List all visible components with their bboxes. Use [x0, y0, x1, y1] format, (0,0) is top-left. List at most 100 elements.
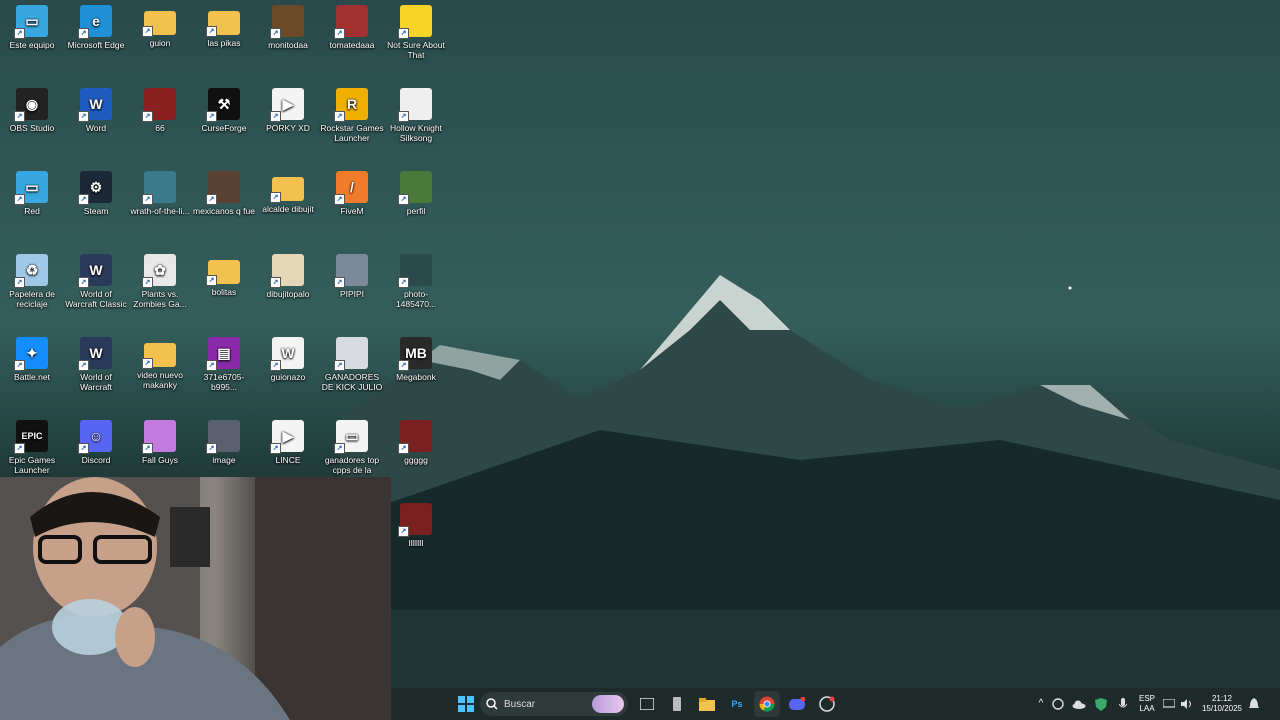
- desktop-icon[interactable]: ▤ ↗ 371e6705-b995...: [192, 337, 256, 392]
- desktop-icon[interactable]: ↗ guion: [128, 5, 192, 48]
- desktop-icon[interactable]: ↗ photo-1485470...: [384, 254, 448, 309]
- shortcut-arrow-icon: ↗: [142, 277, 153, 288]
- volume-icon[interactable]: [1178, 699, 1196, 709]
- desktop-icon-label: LINCE: [275, 455, 301, 465]
- clock[interactable]: 21:12 15/10/2025: [1198, 694, 1246, 714]
- desktop-icon[interactable]: ↗ Hollow Knight Silksong: [384, 88, 448, 143]
- desktop-icon[interactable]: ▭ ↗ Este equipo: [0, 5, 64, 50]
- desktop-icon[interactable]: ↗ bolitas: [192, 254, 256, 297]
- desktop-icon[interactable]: ↗ wrath-of-the-li...: [128, 171, 192, 216]
- desktop-icon[interactable]: W ↗ Word: [64, 88, 128, 133]
- desktop-icon[interactable]: ↗ video nuevo makanky: [128, 337, 192, 390]
- taskbar-app-file-explorer[interactable]: [694, 691, 720, 717]
- desktop-icon[interactable]: ▶ ↗ PORKY XD: [256, 88, 320, 133]
- desktop-icon[interactable]: ↗ alcalde dibujit: [256, 171, 320, 214]
- desktop-icon[interactable]: R ↗ Rockstar Games Launcher: [320, 88, 384, 143]
- image-thumbnail-icon: ↗: [398, 420, 432, 454]
- desktop-icon-label: 66: [155, 123, 165, 133]
- desktop-icon[interactable]: ↗ las pikas: [192, 5, 256, 48]
- shortcut-arrow-icon: ↗: [206, 111, 217, 122]
- taskbar-app-chrome[interactable]: [754, 691, 780, 717]
- desktop-icon-label: image: [212, 455, 236, 465]
- chevron-up-icon[interactable]: ^: [1034, 699, 1048, 709]
- onedrive-icon[interactable]: [1068, 700, 1090, 709]
- desktop-icon[interactable]: ↗ ggggg: [384, 420, 448, 465]
- epic-games-icon: EPIC ↗: [14, 420, 48, 454]
- image-thumbnail-icon: ↗: [334, 254, 368, 288]
- shortcut-arrow-icon: ↗: [398, 360, 409, 371]
- desktop-icon[interactable]: ♻ ↗ Papelera de reciclaje: [0, 254, 64, 309]
- desktop-icon[interactable]: W ↗ World of Warcraft: [64, 337, 128, 392]
- desktop-icon[interactable]: ▭↗ganadores top cpps de la sem...: [320, 420, 384, 485]
- desktop-icon[interactable]: ↗ image: [192, 420, 256, 465]
- taskbar-search[interactable]: Buscar: [480, 692, 628, 716]
- desktop-icon[interactable]: ↗ GANADORES DE KICK JULIO: [320, 337, 384, 392]
- taskbar-app-discord[interactable]: [784, 691, 810, 717]
- shortcut-arrow-icon: ↗: [14, 111, 25, 122]
- desktop-icon[interactable]: ↗ llllllll: [384, 503, 448, 548]
- desktop-icon[interactable]: ⚒ ↗ CurseForge: [192, 88, 256, 133]
- network-icon[interactable]: [1160, 699, 1178, 709]
- desktop-icon[interactable]: ⚙ ↗ Steam: [64, 171, 128, 216]
- defender-icon[interactable]: [1090, 697, 1112, 711]
- task-view-button[interactable]: [634, 691, 660, 717]
- desktop-icon[interactable]: ↗ mexicanos q fue: [192, 171, 256, 216]
- shortcut-arrow-icon: ↗: [142, 358, 153, 369]
- image-thumbnail-icon: ↗: [270, 5, 304, 39]
- desktop-icon-label: Fall Guys: [142, 455, 178, 465]
- shortcut-arrow-icon: ↗: [334, 111, 345, 122]
- start-button[interactable]: [453, 691, 479, 717]
- word-document-icon: W ↗: [270, 337, 304, 371]
- desktop-icon[interactable]: ▶ ↗ LINCE: [256, 420, 320, 465]
- shortcut-arrow-icon: ↗: [142, 26, 153, 37]
- image-thumbnail-icon: ↗: [398, 503, 432, 537]
- desktop-icon-label: FiveM: [340, 206, 364, 216]
- desktop-icon[interactable]: e ↗ Microsoft Edge: [64, 5, 128, 50]
- video-file-icon: ▶ ↗: [270, 420, 304, 454]
- desktop-icon[interactable]: W ↗ World of Warcraft Classic: [64, 254, 128, 309]
- desktop-icon-label: monitodaa: [268, 40, 308, 50]
- taskbar-app-device[interactable]: [664, 691, 690, 717]
- webcam-overlay: [0, 477, 391, 720]
- taskbar-app-photoshop[interactable]: Ps: [724, 691, 750, 717]
- desktop-icon-label: llllllll: [408, 538, 424, 548]
- desktop-icon[interactable]: / ↗ FiveM: [320, 171, 384, 216]
- notification-icon[interactable]: [1246, 698, 1262, 710]
- taskbar-app-obs[interactable]: [814, 691, 840, 717]
- image-thumbnail-icon: ↗: [206, 171, 240, 205]
- shortcut-arrow-icon: ↗: [270, 443, 281, 454]
- sync-icon[interactable]: [1048, 698, 1068, 710]
- desktop-icon-label: perfil: [406, 206, 426, 216]
- shortcut-arrow-icon: ↗: [142, 194, 153, 205]
- desktop-icon[interactable]: ↗ Not Sure About That: [384, 5, 448, 60]
- desktop-icon[interactable]: ↗ PIPIPI: [320, 254, 384, 299]
- desktop-icon[interactable]: ▭ ↗ Red: [0, 171, 64, 216]
- microphone-icon[interactable]: [1112, 697, 1134, 711]
- shortcut-arrow-icon: ↗: [334, 194, 345, 205]
- desktop-icon-label: OBS Studio: [9, 123, 55, 133]
- webcam-person-image: [0, 477, 391, 720]
- desktop-icon[interactable]: W ↗ guionazo: [256, 337, 320, 382]
- image-thumbnail-icon: ↗: [142, 88, 176, 122]
- battlenet-icon: ✦ ↗: [14, 337, 48, 371]
- search-icon: [486, 698, 498, 710]
- desktop-icon-label: tomatedaaa: [329, 40, 375, 50]
- obs-icon: [819, 696, 835, 712]
- desktop-icon[interactable]: ✿ ↗ Plants vs. Zombies Ga...: [128, 254, 192, 309]
- language-indicator[interactable]: ESP LAA: [1134, 694, 1160, 714]
- desktop-icon[interactable]: ↗ dibujitopalo: [256, 254, 320, 299]
- desktop-icon[interactable]: ↗ tomatedaaa: [320, 5, 384, 50]
- desktop-icon[interactable]: ✦ ↗ Battle.net: [0, 337, 64, 382]
- desktop-icon[interactable]: ↗ 66: [128, 88, 192, 133]
- desktop-icon[interactable]: ↗ monitodaa: [256, 5, 320, 50]
- image-thumbnail-icon: ↗: [334, 5, 368, 39]
- desktop-icon[interactable]: ↗ Fall Guys: [128, 420, 192, 465]
- desktop-icon[interactable]: ↗ perfil: [384, 171, 448, 216]
- desktop-icon[interactable]: MB ↗ Megabonk: [384, 337, 448, 382]
- desktop-icon[interactable]: EPIC ↗ Epic Games Launcher: [0, 420, 64, 475]
- word-icon: W ↗: [78, 88, 112, 122]
- desktop-icon[interactable]: ◉ ↗ OBS Studio: [0, 88, 64, 133]
- image-thumbnail-icon: ↗: [398, 171, 432, 205]
- desktop-icon[interactable]: ☺ ↗ Discord: [64, 420, 128, 465]
- duck-icon: ↗: [398, 5, 432, 39]
